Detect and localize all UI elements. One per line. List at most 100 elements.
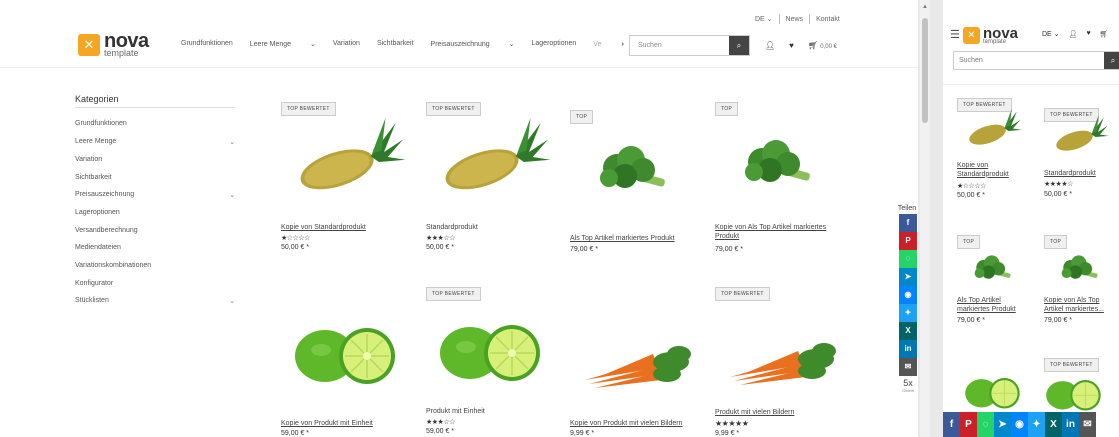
telegram-share-button[interactable]: ➤ [899,268,917,286]
mobile-product-card[interactable]: TOP BEWERTET Standardprodukt ★★★★☆ 50,00… [1044,108,1119,208]
product-card[interactable]: TOP BEWERTET Produkt mit Einheit ★★★☆☆ 5… [426,285,556,437]
product-card[interactable]: TOP Als Top Artikel markiertes Produkt 7… [570,100,700,260]
product-card[interactable]: TOP BEWERTET Kopie von Standardprodukt ★… [281,100,411,260]
product-image-pineapple[interactable] [962,108,1022,150]
product-name[interactable]: Kopie von Standardprodukt [281,224,411,233]
nav-item-leere-menge[interactable]: Leere Menge ⌄ [250,40,316,48]
heart-icon[interactable]: ♥ [789,41,794,50]
sidebar-item-mediendateien[interactable]: Mediendateien [75,244,235,251]
product-card[interactable]: TOP Kopie von Als Top Artikel markiertes… [715,100,845,260]
product-name[interactable]: Produkt mit Einheit [426,408,556,417]
product-price: 50,00 € * [426,244,455,251]
whatsapp-share-button[interactable]: ◌ [977,412,994,437]
product-image-lime[interactable] [1044,370,1104,414]
sidebar-item-grundfunktionen[interactable]: Grundfunktionen [75,120,235,127]
product-name[interactable]: Kopie von Standardprodukt [957,162,1032,180]
user-icon[interactable]: 👤︎ [765,41,775,50]
product-name[interactable]: Als Top Artikel markiertes Produkt [570,235,700,244]
mobile-product-card[interactable]: TOP Als Top Artikel markiertes Produkt 7… [957,235,1037,330]
twitter-share-button[interactable]: ✦ [899,304,917,322]
telegram-share-button[interactable]: ➤ [994,412,1011,437]
linkedin-share-button[interactable]: in [1062,412,1079,437]
product-name[interactable]: Als Top Artikel markiertes Produkt [957,297,1032,315]
search-button[interactable]: ⌕ [729,36,749,55]
nav-item-lageroptionen[interactable]: Lageroptionen [532,40,577,48]
email-share-button[interactable]: ✉ [1079,412,1096,437]
facebook-share-button[interactable]: f [943,412,960,437]
logo[interactable]: ✕ nova template [78,31,149,58]
product-name[interactable]: Kopie von Als Top Artikel markiertes... [1044,297,1119,315]
sidebar-item-leere-menge[interactable]: Leere Menge ⌄ [75,138,235,146]
twitter-share-button[interactable]: ✦ [1028,412,1045,437]
sidebar-item-variation[interactable]: Variation [75,156,235,163]
product-image-broccoli[interactable] [1058,251,1104,287]
mobile-product-card[interactable] [957,362,1037,412]
hamburger-menu-icon[interactable]: ☰ [950,28,960,41]
mobile-language-selector[interactable]: DE ⌄ [1042,30,1060,38]
product-name[interactable]: Kopie von Als Top Artikel markiertes Pro… [715,224,845,242]
product-name[interactable]: Kopie von Produkt mit vielen Bildern [570,420,700,429]
whatsapp-share-button[interactable]: ◌ [899,250,917,268]
product-image-pineapple[interactable] [1049,114,1109,156]
product-image-carrot[interactable] [720,327,840,387]
product-image-carrot[interactable] [575,330,695,390]
product-image-lime[interactable] [436,307,546,387]
mobile-product-card[interactable]: TOP BEWERTET Kopie von Standardprodukt ★… [957,98,1037,208]
facebook-share-button[interactable]: f [899,214,917,232]
user-icon[interactable]: 👤︎ [1069,30,1078,38]
product-name[interactable]: Standardprodukt [1044,170,1119,179]
cart-icon[interactable]: 🛒︎ [1100,30,1109,38]
chevron-down-icon[interactable]: ⌄ [229,297,235,305]
product-name[interactable]: Standardprodukt [426,224,556,233]
nav-item-preisauszeichnung[interactable]: Preisauszeichnung ⌄ [431,40,515,48]
mobile-product-card[interactable]: TOP Kopie von Als Top Artikel markiertes… [1044,235,1119,330]
pinterest-share-button[interactable]: P [899,232,917,250]
sidebar-item-preisauszeichnung[interactable]: Preisauszeichnung ⌄ [75,191,235,199]
sidebar-item-stuecklisten[interactable]: Stücklisten ⌄ [75,297,235,305]
mobile-search-button[interactable]: ⌕ [1104,52,1119,69]
nav-item-grundfunktionen[interactable]: Grundfunktionen [181,40,233,48]
contact-link[interactable]: Kontakt [816,16,840,23]
mobile-product-card[interactable]: TOP BEWERTET [1044,358,1119,412]
desktop-scrollbar[interactable]: ▲ [920,0,930,437]
product-image-pineapple[interactable] [286,118,406,198]
product-card[interactable]: Kopie von Produkt mit vielen Bildern 9,9… [570,290,700,437]
product-image-pineapple[interactable] [431,118,551,198]
scroll-up-arrow-icon[interactable]: ▲ [922,4,928,10]
scrollbar-thumb[interactable] [922,18,928,123]
product-image-lime[interactable] [291,310,401,390]
rating-stars: ★★★★★ [715,419,749,428]
heart-icon[interactable]: ♥ [1086,30,1090,38]
language-selector[interactable]: DE ⌄ [755,15,773,23]
mobile-search-input[interactable]: Suchen [954,52,1104,69]
product-image-lime[interactable] [963,368,1023,412]
sidebar-item-konfigurator[interactable]: Konfigurator [75,280,235,287]
sidebar-item-variationskombinationen[interactable]: Variationskombinationen [75,262,235,269]
product-name[interactable]: Produkt mit vielen Bildern [715,409,845,418]
messenger-share-button[interactable]: ◉ [1011,412,1028,437]
product-image-broccoli[interactable] [971,251,1017,287]
pinterest-share-button[interactable]: P [960,412,977,437]
chevron-down-icon[interactable]: ⌄ [229,138,235,146]
linkedin-share-button[interactable]: in [899,340,917,358]
news-link[interactable]: News [786,16,804,23]
product-card[interactable]: TOP BEWERTET Produkt mit vielen Bildern … [715,285,845,437]
product-card[interactable]: TOP BEWERTET Standardprodukt ★★★☆☆ 50,00… [426,100,556,260]
product-name[interactable]: Kopie von Produkt mit Einheit [281,420,411,429]
nav-item-variation[interactable]: Variation [333,40,360,48]
cart-button[interactable]: 🛒︎ 0,00 € [808,41,837,50]
xing-share-button[interactable]: X [899,322,917,340]
product-image-broccoli[interactable] [740,132,820,197]
product-card[interactable]: Kopie von Produkt mit Einheit 59,00 € * [281,290,411,437]
product-image-broccoli[interactable] [595,138,675,203]
chevron-down-icon[interactable]: ⌄ [229,191,235,199]
xing-share-button[interactable]: X [1045,412,1062,437]
nav-item-sichtbarkeit[interactable]: Sichtbarkeit [377,40,414,48]
messenger-share-button[interactable]: ◉ [899,286,917,304]
sidebar-item-sichtbarkeit[interactable]: Sichtbarkeit [75,174,235,181]
email-share-button[interactable]: ✉ [899,358,917,376]
sidebar-item-lageroptionen[interactable]: Lageroptionen [75,209,235,216]
search-input[interactable]: Suchen [630,36,729,55]
mobile-logo[interactable]: ✕ nova template [963,26,1018,45]
sidebar-item-versandberechnung[interactable]: Versandberechnung [75,227,235,234]
